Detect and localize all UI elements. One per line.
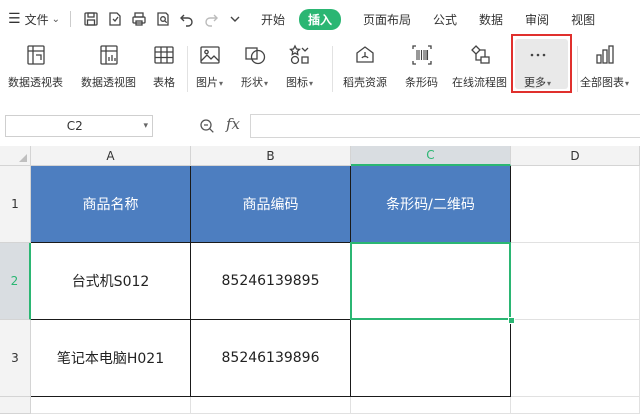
dropdown-arrow-icon: ▾ [219, 79, 224, 88]
pivot-table-icon [23, 42, 49, 68]
cell-c4[interactable] [351, 397, 511, 414]
menu-bar: ☰ 文件 ⌄ 开始 插入 页面布局 公式 数据 审阅 视图 [0, 0, 640, 38]
cell-b4[interactable] [191, 397, 351, 414]
print-icon[interactable] [131, 11, 147, 27]
divider [187, 46, 188, 92]
file-menu-label: 文件 [24, 12, 49, 27]
all-charts-icon [592, 42, 618, 68]
shapes-icon [242, 42, 268, 68]
dropdown-arrow-icon: ▾ [264, 79, 269, 88]
formula-input[interactable] [250, 114, 640, 138]
flowchart-icon [467, 42, 493, 68]
barcode-label: 条形码 [405, 76, 438, 89]
pivot-chart-label: 数据透视图 [81, 76, 136, 89]
barcode-icon [409, 42, 435, 68]
table-button[interactable]: 表格 [151, 42, 177, 90]
cell-a2[interactable]: 台式机S012 [31, 243, 191, 320]
docer-resources-label: 稻壳资源 [343, 76, 387, 89]
docer-resources-button[interactable]: 稻壳资源 [343, 42, 387, 90]
column-header-c[interactable]: C [351, 146, 511, 166]
all-charts-label: 全部图表 [580, 76, 624, 89]
file-menu[interactable]: ☰ 文件 ⌄ [8, 11, 60, 28]
flowchart-button[interactable]: 在线流程图 [452, 42, 507, 90]
tab-formulas[interactable]: 公式 [433, 11, 457, 28]
icons-button[interactable]: 图标▾ [286, 42, 313, 90]
divider [577, 46, 578, 92]
cell-c3[interactable] [351, 320, 511, 397]
fx-icon[interactable]: fx [226, 115, 240, 133]
active-cell-selection [350, 242, 511, 320]
row-header-2[interactable]: 2 [0, 243, 31, 320]
cell-b2[interactable]: 85246139895 [191, 243, 351, 320]
column-header-d[interactable]: D [511, 146, 640, 166]
cell-d1[interactable] [511, 166, 640, 243]
chevron-down-icon: ⌄ [51, 13, 60, 25]
pivot-table-label: 数据透视表 [8, 76, 63, 89]
tab-home[interactable]: 开始 [261, 11, 285, 28]
chevron-down-icon: ▾ [143, 121, 148, 131]
fill-handle[interactable] [508, 317, 515, 324]
cell-b3[interactable]: 85246139896 [191, 320, 351, 397]
dropdown-arrow-icon: ▾ [625, 79, 630, 88]
export-pdf-icon[interactable] [107, 11, 123, 27]
hamburger-icon: ☰ [8, 11, 21, 27]
icons-label: 图标 [286, 76, 308, 89]
row-header-1[interactable]: 1 [0, 166, 31, 243]
cell-d2[interactable] [511, 243, 640, 320]
table-icon [151, 42, 177, 68]
cell-c1[interactable]: 条形码/二维码 [351, 166, 511, 243]
pivot-chart-button[interactable]: 数据透视图 [81, 42, 136, 90]
undo-icon[interactable] [179, 11, 195, 27]
icons-icon [287, 42, 313, 68]
shapes-label: 形状 [241, 76, 263, 89]
table-label: 表格 [153, 76, 175, 89]
all-charts-button[interactable]: 全部图表▾ [580, 42, 629, 90]
flowchart-label: 在线流程图 [452, 76, 507, 89]
select-all-corner[interactable] [0, 146, 31, 166]
cell-b1[interactable]: 商品编码 [191, 166, 351, 243]
formula-bar: C2 ▾ fx [0, 110, 640, 142]
picture-label: 图片 [196, 76, 218, 89]
cell-a3[interactable]: 笔记本电脑H021 [31, 320, 191, 397]
name-box-value: C2 [66, 119, 83, 133]
tab-page-layout[interactable]: 页面布局 [363, 11, 411, 28]
column-header-b[interactable]: B [191, 146, 351, 166]
cell-a1[interactable]: 商品名称 [31, 166, 191, 243]
barcode-button[interactable]: 条形码 [405, 42, 438, 90]
tab-view[interactable]: 视图 [571, 11, 595, 28]
cell-d3[interactable] [511, 320, 640, 397]
dropdown-arrow-icon: ▾ [309, 79, 314, 88]
tab-data[interactable]: 数据 [479, 11, 503, 28]
name-box[interactable]: C2 ▾ [5, 115, 153, 137]
picture-button[interactable]: 图片▾ [196, 42, 223, 90]
tab-insert[interactable]: 插入 [298, 8, 341, 30]
shapes-button[interactable]: 形状▾ [241, 42, 268, 90]
divider [332, 46, 333, 92]
cell-a4[interactable] [31, 397, 191, 414]
row-header-4[interactable] [0, 397, 31, 414]
pivot-chart-icon [96, 42, 122, 68]
column-header-a[interactable]: A [31, 146, 191, 166]
picture-icon [197, 42, 223, 68]
row-header-3[interactable]: 3 [0, 320, 31, 397]
pivot-table-button[interactable]: 数据透视表 [8, 42, 63, 90]
cell-d4[interactable] [511, 397, 640, 414]
tab-review[interactable]: 审阅 [525, 11, 549, 28]
save-icon[interactable] [83, 11, 99, 27]
docer-resources-icon [352, 42, 378, 68]
divider [69, 11, 71, 27]
print-preview-icon[interactable] [155, 11, 171, 27]
redo-icon[interactable] [203, 11, 219, 27]
zoom-search-icon[interactable] [199, 118, 215, 134]
highlight-box [511, 34, 572, 93]
customize-toolbar-icon[interactable] [227, 11, 243, 27]
